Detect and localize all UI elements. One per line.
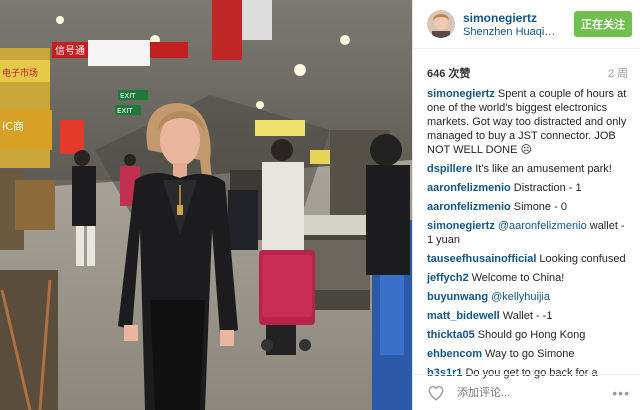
comment-user[interactable]: thickta05: [427, 329, 475, 341]
photo-sign-3: IC商: [2, 119, 24, 133]
caption-user[interactable]: simonegiertz: [427, 88, 495, 100]
comment-bar: •••: [413, 374, 640, 410]
comment-text: Way to go Simone: [485, 348, 575, 360]
comment-user[interactable]: buyunwang: [427, 291, 488, 303]
comment-text: Distraction - 1: [513, 182, 582, 194]
comment-item: matt_bidewell Wallet - -1: [427, 309, 630, 323]
comment-text: It's like an amusement park!: [475, 163, 612, 175]
comment-text: Should go Hong Kong: [477, 329, 586, 341]
user-avatar-icon: [427, 10, 455, 38]
comment-item: ehbencom Way to go Simone: [427, 347, 630, 361]
avatar[interactable]: [427, 10, 455, 38]
comment-user[interactable]: tauseefhusainofficial: [427, 253, 536, 265]
comment-item: aaronfelizmenio Distraction - 1: [427, 181, 630, 195]
location-link[interactable]: Shenzhen Huaqiangbei: [463, 26, 561, 38]
comment-user[interactable]: aaronfelizmenio: [427, 201, 511, 213]
comment-item: thickta05 Should go Hong Kong: [427, 328, 630, 342]
comment-item: buyunwang @kellyhuijia: [427, 290, 630, 304]
comment-user[interactable]: ehbencom: [427, 348, 482, 360]
post-stats: 646 次赞 2 周: [413, 49, 640, 87]
photo-sign-1: 信号通: [55, 45, 85, 57]
post-photo[interactable]: 信号通 EXIT EXIT 电子市场 IC商: [0, 0, 412, 410]
comment-text: Wallet - -1: [502, 310, 553, 322]
follow-button[interactable]: 正在关注: [574, 11, 632, 37]
user-info: simonegiertz Shenzhen Huaqiangbei: [463, 11, 568, 38]
comment-user[interactable]: aaronfelizmenio: [427, 182, 511, 194]
like-count[interactable]: 646 次赞: [427, 65, 470, 81]
comment-user[interactable]: jeffych2: [427, 272, 469, 284]
more-options-button[interactable]: •••: [612, 385, 630, 401]
exit-sign-1: EXIT: [120, 92, 136, 100]
exit-sign-2: EXIT: [117, 107, 133, 115]
comment-item: simonegiertz @aaronfelizmenio wallet - 1 …: [427, 219, 630, 247]
market-scene-image: 信号通 EXIT EXIT 电子市场 IC商: [0, 0, 412, 410]
comment-mention[interactable]: @kellyhuijia: [491, 291, 550, 303]
comment-mention[interactable]: @aaronfelizmenio: [498, 220, 587, 232]
comment-user[interactable]: matt_bidewell: [427, 310, 500, 322]
comment-item: tauseefhusainofficial Looking confused: [427, 252, 630, 266]
comment-user[interactable]: simonegiertz: [427, 220, 495, 232]
photo-sign-2: 电子市场: [2, 67, 38, 79]
comment-list[interactable]: simonegiertz Spent a couple of hours at o…: [413, 87, 640, 379]
caption: simonegiertz Spent a couple of hours at o…: [427, 87, 630, 157]
comment-user[interactable]: dspillere: [427, 163, 472, 175]
post-age[interactable]: 2 周: [608, 65, 628, 81]
comment-item: dspillere It's like an amusement park!: [427, 162, 630, 176]
comment-item: jeffych2 Welcome to China!: [427, 271, 630, 285]
comment-text: Simone - 0: [513, 201, 567, 213]
comment-text: Looking confused: [539, 253, 626, 265]
post-header: simonegiertz Shenzhen Huaqiangbei 正在关注: [413, 0, 640, 49]
post-sidebar: simonegiertz Shenzhen Huaqiangbei 正在关注 6…: [412, 0, 640, 410]
username-link[interactable]: simonegiertz: [463, 11, 568, 25]
heart-icon[interactable]: [427, 384, 445, 402]
post-view: 信号通 EXIT EXIT 电子市场 IC商 simonegiertz Shen…: [0, 0, 640, 410]
comment-item: aaronfelizmenio Simone - 0: [427, 200, 630, 214]
comment-text: Welcome to China!: [471, 272, 565, 284]
